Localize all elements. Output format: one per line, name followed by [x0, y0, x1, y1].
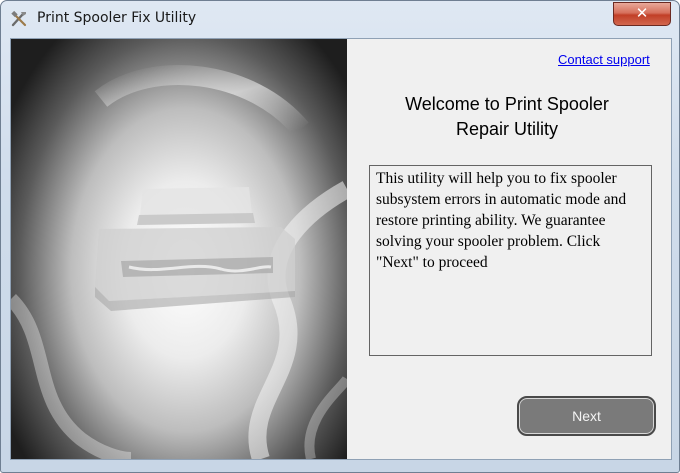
printer-illustration	[11, 39, 347, 459]
next-button[interactable]: Next	[517, 396, 656, 436]
welcome-heading-line2: Repair Utility	[455, 119, 559, 139]
contact-support-link[interactable]: Contact support	[558, 52, 650, 67]
welcome-heading: Welcome to Print Spooler Repair Utility	[367, 92, 647, 142]
close-icon: ✕	[635, 4, 649, 22]
client-area: Contact support Welcome to Print Spooler…	[10, 38, 672, 460]
app-window: Print Spooler Fix Utility ✕ Contact supp…	[0, 0, 680, 473]
description-text-box[interactable]: This utility will help you to fix spoole…	[369, 165, 652, 356]
tools-icon	[10, 10, 28, 28]
title-bar[interactable]: Print Spooler Fix Utility ✕	[1, 1, 679, 37]
close-button[interactable]: ✕	[613, 2, 671, 26]
welcome-heading-line1: Welcome to Print Spooler	[405, 94, 609, 114]
window-title: Print Spooler Fix Utility	[37, 10, 197, 26]
